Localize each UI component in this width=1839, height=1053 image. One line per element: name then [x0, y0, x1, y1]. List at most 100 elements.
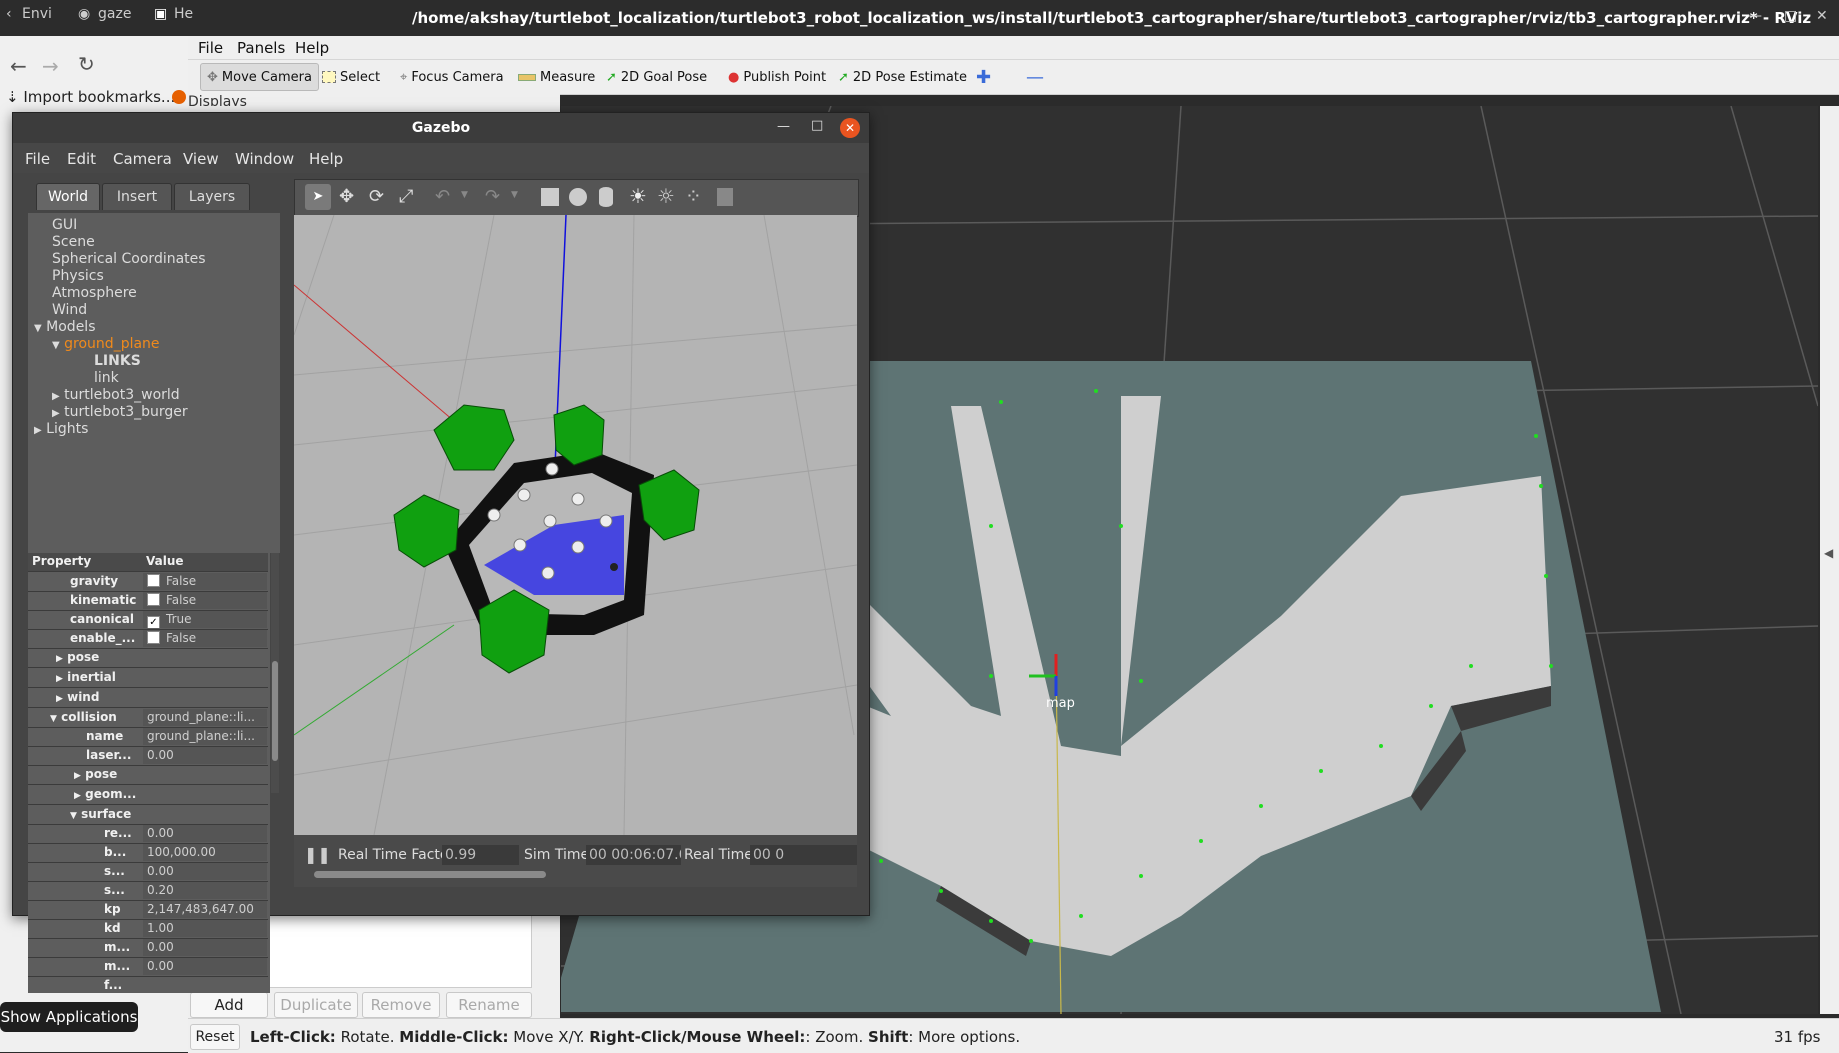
gz-scene-svg[interactable]: [294, 215, 857, 835]
prop-canonical-value[interactable]: ✓ True: [143, 611, 267, 628]
move-camera-tool[interactable]: ✥ Move Camera: [200, 63, 319, 91]
gazebo-3d-scene[interactable]: [294, 215, 857, 835]
tree-physics[interactable]: Physics: [52, 268, 104, 284]
pause-icon[interactable]: ❚❚: [304, 845, 331, 864]
prop-s2-value[interactable]: 0.20: [143, 882, 267, 899]
prop-pose-2[interactable]: ▶ pose: [28, 766, 268, 785]
right-collapse-strip[interactable]: ◀: [1820, 106, 1839, 1014]
collapsed-arrow-icon[interactable]: ▶: [56, 654, 63, 664]
prop-kp-value[interactable]: 2,147,483,647.00: [143, 901, 267, 918]
prop-m1-value[interactable]: 0.00: [143, 939, 267, 956]
tree-atmosphere[interactable]: Atmosphere: [52, 285, 137, 301]
reset-button[interactable]: Reset: [190, 1024, 240, 1050]
remove-button[interactable]: Remove: [362, 992, 440, 1018]
gz-menu-file[interactable]: File: [25, 150, 50, 168]
collapsed-arrow-icon[interactable]: ▶: [56, 674, 63, 684]
prop-kd-value[interactable]: 1.00: [143, 920, 267, 937]
pose-estimate-tool[interactable]: ➚ 2D Pose Estimate: [838, 67, 967, 87]
tree-scene[interactable]: Scene: [52, 234, 95, 250]
collapsed-arrow-icon[interactable]: ▶: [74, 791, 81, 801]
expand-arrow-icon[interactable]: ▼: [34, 323, 42, 334]
prop-s1-value[interactable]: 0.00: [143, 863, 267, 880]
checkbox[interactable]: [147, 593, 160, 606]
tree-wind[interactable]: Wind: [52, 302, 87, 318]
menu-file[interactable]: File: [198, 39, 223, 57]
collapsed-arrow-icon[interactable]: ▶: [52, 408, 60, 419]
undo-dropdown-icon[interactable]: ▼: [461, 190, 468, 200]
gz-close-icon[interactable]: ✕: [840, 118, 860, 138]
prop-kinematic-value[interactable]: False: [143, 592, 267, 609]
collapsed-arrow-icon[interactable]: ▶: [74, 771, 81, 781]
cylinder-shape-icon[interactable]: [599, 187, 613, 207]
prop-collision-key[interactable]: ▼ collision: [50, 710, 117, 724]
browser-tab-1[interactable]: Envi: [22, 6, 52, 30]
gz-minimize-icon[interactable]: —: [777, 119, 790, 134]
props-scroll-thumb[interactable]: [272, 661, 278, 761]
expand-arrow-icon[interactable]: ▼: [52, 340, 60, 351]
tab-insert[interactable]: Insert: [102, 183, 172, 210]
gz-maximize-icon[interactable]: □: [811, 118, 823, 133]
translate-icon[interactable]: ✥: [339, 186, 354, 207]
gz-menu-window[interactable]: Window: [235, 150, 294, 168]
prop-geometry[interactable]: ▶ geom...: [28, 786, 268, 805]
tree-burger-model[interactable]: ▶ turtlebot3_burger: [52, 404, 188, 420]
browser-tab-back-icon[interactable]: ‹: [6, 6, 12, 30]
tree-world-model[interactable]: ▶ turtlebot3_world: [52, 387, 180, 403]
tree-models[interactable]: ▼ Models: [34, 319, 95, 335]
rename-button[interactable]: Rename: [446, 992, 532, 1018]
collapsed-arrow-icon[interactable]: ▶: [56, 694, 63, 704]
select-mode-icon[interactable]: ➤: [305, 184, 331, 210]
maximize-icon[interactable]: □: [1784, 8, 1797, 24]
checkbox[interactable]: [147, 631, 160, 644]
menu-panels[interactable]: Panels: [237, 39, 285, 57]
gz-menu-edit[interactable]: Edit: [67, 150, 96, 168]
undo-icon[interactable]: ↶: [435, 186, 450, 207]
minimize-icon[interactable]: —: [1748, 8, 1762, 24]
tree-ground-plane[interactable]: ▼ ground_plane: [52, 336, 160, 352]
turtlebot-burger[interactable]: [610, 563, 618, 571]
forward-arrow-icon[interactable]: →: [42, 54, 59, 78]
tree-gui[interactable]: GUI: [52, 217, 77, 233]
prop-wind[interactable]: ▶ wind: [28, 689, 268, 708]
select-tool[interactable]: Select: [322, 67, 380, 87]
remove-tool-icon[interactable]: —: [1026, 67, 1044, 88]
scale-icon[interactable]: ⤢: [399, 186, 413, 207]
collapsed-arrow-icon[interactable]: ▶: [34, 425, 42, 436]
expand-arrow-icon[interactable]: ▼: [50, 714, 57, 724]
gz-menu-help[interactable]: Help: [309, 150, 343, 168]
prop-re-value[interactable]: 0.00: [143, 825, 267, 842]
prop-name-value[interactable]: ground_plane::li...: [143, 728, 267, 745]
gz-horizontal-scrollbar[interactable]: [314, 871, 546, 878]
checked-checkbox[interactable]: ✓: [147, 616, 160, 628]
redo-dropdown-icon[interactable]: ▼: [511, 190, 518, 200]
add-tool-icon[interactable]: ✚: [976, 67, 991, 88]
prop-m2-value[interactable]: 0.00: [143, 958, 267, 975]
add-button[interactable]: Add: [190, 992, 268, 1018]
prop-pose[interactable]: ▶ pose: [28, 649, 268, 668]
browser-tab-2[interactable]: gaze: [98, 6, 131, 30]
prop-collision-value[interactable]: ground_plane::li...: [143, 709, 267, 726]
checkbox[interactable]: [147, 574, 160, 587]
tree-spherical[interactable]: Spherical Coordinates: [52, 251, 206, 267]
prop-gravity-value[interactable]: False: [143, 573, 267, 590]
collapse-arrow-icon[interactable]: ◀: [1824, 546, 1833, 560]
prop-laser-value[interactable]: 0.00: [143, 747, 267, 764]
duplicate-button[interactable]: Duplicate: [274, 992, 358, 1018]
tree-link[interactable]: link: [94, 370, 119, 386]
import-bookmarks-link[interactable]: ⇣ Import bookmarks...: [6, 88, 175, 106]
focus-camera-tool[interactable]: ⌖ Focus Camera: [400, 67, 504, 87]
close-icon[interactable]: ✕: [1816, 8, 1828, 24]
props-scrollbar[interactable]: [271, 553, 279, 793]
prop-enable-value[interactable]: False: [143, 630, 267, 647]
directional-light-icon[interactable]: ⁘: [685, 184, 702, 208]
reload-icon[interactable]: ↻: [78, 52, 95, 76]
prop-inertial[interactable]: ▶ inertial: [28, 669, 268, 688]
publish-point-tool[interactable]: ● Publish Point: [728, 67, 826, 87]
sphere-shape-icon[interactable]: [569, 188, 587, 206]
menu-help[interactable]: Help: [295, 39, 329, 57]
tab-world[interactable]: World: [36, 183, 100, 210]
gz-menu-view[interactable]: View: [183, 150, 219, 168]
rotate-icon[interactable]: ⟳: [369, 186, 384, 207]
prop-surface[interactable]: ▼ surface: [28, 806, 268, 825]
goal-pose-tool[interactable]: ➚ 2D Goal Pose: [606, 67, 707, 87]
